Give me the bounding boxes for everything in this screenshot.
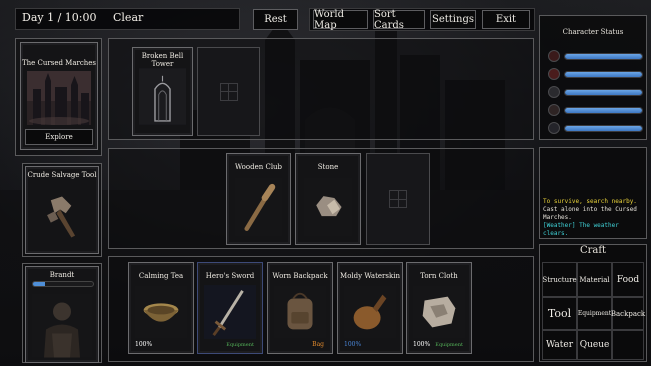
status-row-defense — [548, 122, 648, 134]
inventory-card-calming-tea[interactable]: Calming Tea 100% — [128, 262, 194, 354]
stone-icon — [303, 178, 353, 236]
inventory-card-art — [135, 285, 187, 339]
craft-material-button[interactable]: Material — [577, 262, 612, 297]
cloth-icon — [413, 285, 465, 339]
status-bar — [564, 53, 643, 60]
inventory-card-title: Moldy Waterskin — [340, 272, 400, 280]
inventory-card-art — [204, 285, 256, 339]
rest-button[interactable]: Rest — [253, 9, 298, 30]
settings-button[interactable]: Settings — [430, 10, 476, 29]
inventory-card-worn-backpack[interactable]: Worn Backpack Bag — [267, 262, 333, 354]
heart-icon — [548, 50, 560, 62]
shield-icon — [548, 122, 560, 134]
log-line: [Weather] The weather clears. — [543, 222, 619, 237]
field-card-title: Wooden Club — [234, 163, 283, 171]
character-status-title: Character Status — [562, 28, 624, 36]
discovery-card-broken-bell-tower[interactable]: Broken Bell Tower — [132, 47, 193, 136]
status-bar — [564, 89, 643, 96]
character-portrait-icon — [32, 293, 92, 358]
field-empty-slot[interactable] — [366, 153, 430, 245]
craft-structure-button[interactable]: Structure — [542, 262, 577, 297]
inventory-card-art — [344, 285, 396, 339]
character-bar — [32, 281, 94, 287]
sort-cards-button[interactable]: Sort Cards — [373, 9, 425, 31]
field-card-wooden-club[interactable]: Wooden Club — [226, 153, 291, 245]
tool-title: Crude Salvage Tool — [27, 171, 97, 179]
exit-button[interactable]: Exit — [482, 10, 530, 29]
field-card-stone[interactable]: Stone — [295, 153, 361, 245]
tool-art — [32, 189, 92, 245]
inventory-card-durability: 100% — [413, 341, 431, 348]
waterskin-icon — [344, 285, 396, 339]
inventory-card-title: Torn Cloth — [420, 272, 458, 280]
sword-icon — [204, 285, 256, 339]
character-bar-fill — [33, 282, 45, 286]
status-bar-fill — [565, 126, 642, 131]
status-row-sanity — [548, 104, 648, 116]
inventory-card-durability: 100% — [344, 341, 362, 348]
wooden-club-icon — [234, 178, 283, 236]
inventory-card-durability: 100% — [135, 341, 153, 348]
day-time-label: Day 1 / 10:00 — [22, 11, 97, 24]
field-card-art — [302, 178, 354, 236]
bell-tower-icon — [139, 68, 186, 125]
inventory-card-tag: Bag — [312, 341, 324, 348]
status-bar — [564, 125, 643, 132]
status-bar-fill — [565, 108, 642, 113]
craft-tool-button[interactable]: Tool — [542, 297, 577, 330]
location-card[interactable]: The Cursed Marches Explore — [20, 42, 98, 150]
inventory-card-heros-sword[interactable]: Hero's Sword Equipment — [197, 262, 263, 354]
discovery-empty-slot[interactable] — [197, 47, 260, 136]
craft-food-button[interactable]: Food — [612, 262, 644, 297]
craft-queue-button[interactable]: Queue — [577, 330, 612, 360]
inventory-card-moldy-waterskin[interactable]: Moldy Waterskin 100% — [337, 262, 403, 354]
inventory-card-title: Hero's Sword — [205, 272, 255, 280]
backpack-icon — [274, 285, 326, 339]
field-card-title: Stone — [317, 163, 339, 171]
status-row-thirst — [548, 86, 648, 98]
character-name: Brandt — [49, 271, 75, 279]
character-art — [32, 293, 92, 358]
craft-empty-cell — [612, 330, 644, 360]
location-art — [27, 71, 91, 125]
brain-icon — [548, 104, 560, 116]
field-card-art — [233, 178, 284, 236]
location-title: The Cursed Marches — [21, 59, 97, 67]
craft-title: Craft — [579, 245, 607, 256]
ruined-city-icon — [27, 71, 91, 125]
salvage-tool-icon — [47, 196, 76, 238]
message-log: To survive, search nearby. Cast alone in… — [543, 198, 647, 238]
water-drop-icon — [548, 86, 560, 98]
status-bar-fill — [565, 72, 642, 77]
log-line: Cast alone into the Cursed Marches. — [543, 206, 637, 221]
status-bar — [564, 107, 643, 114]
inventory-card-title: Worn Backpack — [272, 272, 328, 280]
craft-equipment-button[interactable]: Equipment — [577, 297, 612, 330]
status-bar-fill — [565, 54, 642, 59]
status-bar-fill — [565, 90, 642, 95]
status-row-health — [548, 50, 648, 62]
inventory-card-tag: Equipment — [435, 342, 463, 348]
world-map-button[interactable]: World Map — [313, 9, 368, 31]
inventory-card-art — [413, 285, 465, 339]
stomach-icon — [548, 68, 560, 80]
craft-water-button[interactable]: Water — [542, 330, 577, 360]
weather-label: Clear — [113, 11, 144, 24]
tool-card[interactable]: Crude Salvage Tool — [25, 166, 99, 254]
inventory-card-title: Calming Tea — [138, 272, 184, 280]
craft-backpack-button[interactable]: Backpack — [611, 297, 645, 330]
log-line: To survive, search nearby. — [543, 198, 637, 205]
character-card[interactable]: Brandt — [25, 266, 99, 363]
discovery-card-art — [139, 66, 186, 127]
status-row-hunger — [548, 68, 648, 80]
inventory-card-torn-cloth[interactable]: Torn Cloth 100% Equipment — [406, 262, 472, 354]
explore-button[interactable]: Explore — [25, 129, 93, 145]
inventory-card-art — [274, 285, 326, 339]
tea-bowl-icon — [135, 285, 187, 339]
status-bar — [564, 71, 643, 78]
inventory-card-tag: Equipment — [226, 342, 254, 348]
